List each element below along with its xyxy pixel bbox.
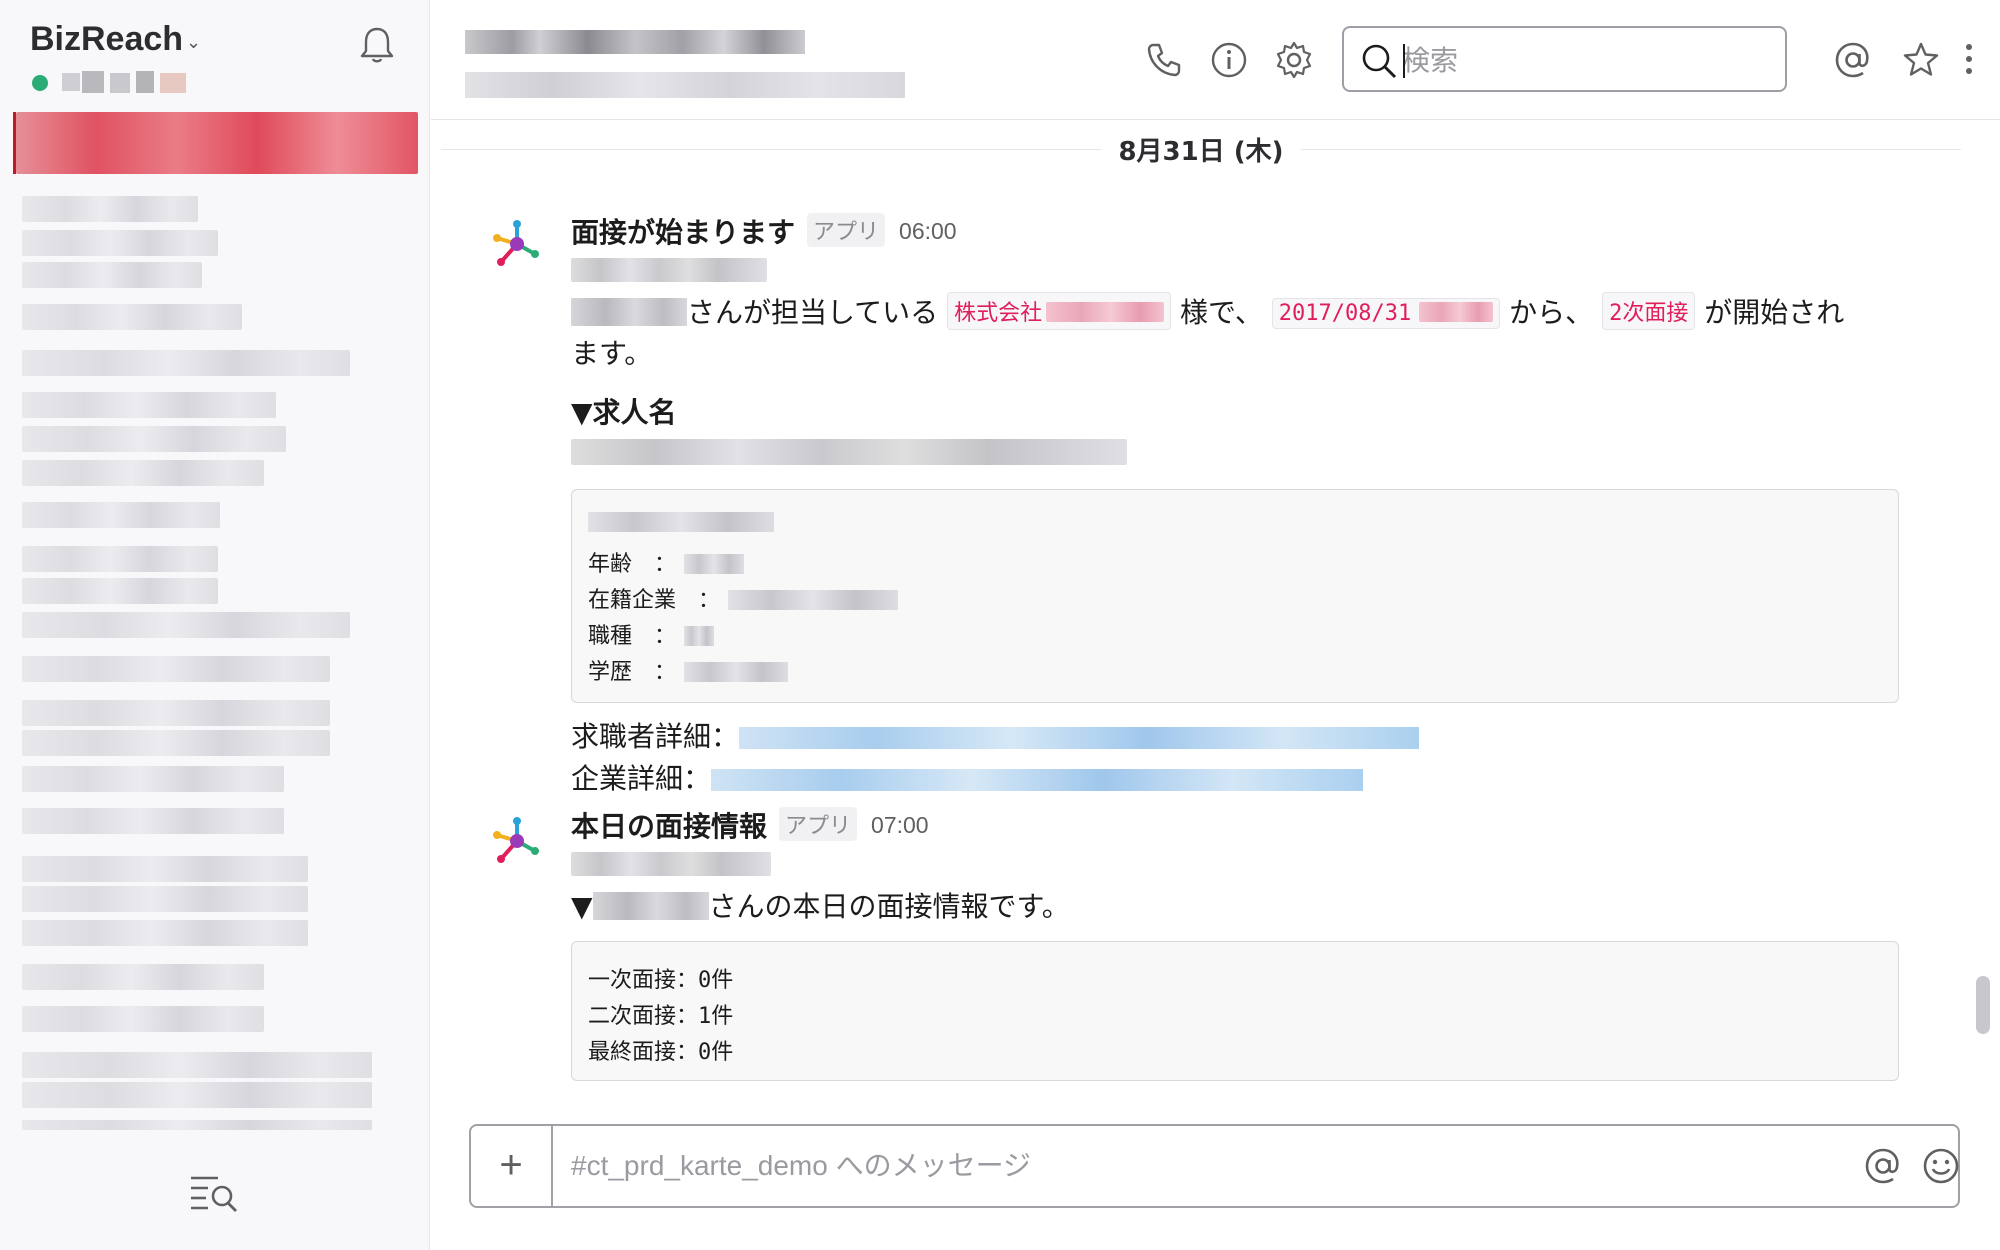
app-avatar-icon[interactable]	[487, 214, 547, 274]
mentions-icon[interactable]	[1833, 40, 1873, 80]
message-line: ます。	[571, 337, 653, 370]
message-line: ▼ さんの本日の面接情報です。	[571, 890, 1070, 923]
sidebar-item-redacted[interactable]	[22, 578, 218, 604]
sidebar-item-redacted[interactable]	[22, 502, 220, 528]
sidebar-item-redacted[interactable]	[22, 656, 330, 682]
sidebar-item-redacted[interactable]	[22, 808, 284, 834]
candidate-attachment: 年齢 ： 在籍企業 ： 職種 ： 学歴 ：	[571, 489, 1899, 703]
message-time[interactable]: 06:00	[899, 218, 957, 244]
candidate-link-line: 求職者詳細：	[571, 715, 1420, 755]
app-badge: アプリ	[779, 807, 858, 841]
sidebar-item-redacted[interactable]	[22, 304, 242, 330]
day-divider: 8月31日 (木)	[431, 121, 1971, 181]
sidebar-item-redacted[interactable]	[22, 262, 202, 288]
candidate-link[interactable]	[739, 727, 1420, 749]
app-badge: アプリ	[807, 213, 886, 247]
sidebar: BizReach ⌄	[0, 0, 430, 1250]
interview-summary-attachment: 一次面接：0件 二次面接：1件 最終面接：0件	[571, 941, 1899, 1081]
channel-topic-redacted	[465, 72, 905, 98]
summary-final-interview: 最終面接：0件	[588, 1040, 734, 1065]
message-header: 本日の面接情報 アプリ 07:00	[571, 805, 929, 845]
message-time[interactable]: 07:00	[871, 812, 929, 838]
field-company: 在籍企業 ：	[588, 582, 899, 614]
star-icon[interactable]	[1901, 40, 1941, 80]
redacted-text	[571, 258, 767, 282]
redacted-text	[571, 852, 771, 876]
sidebar-item-redacted[interactable]	[22, 730, 330, 756]
inline-code-stage: 2次面接	[1602, 292, 1696, 330]
company-link-line: 企業詳細：	[571, 757, 1364, 797]
message-header: 面接が始まります アプリ 06:00	[571, 211, 957, 251]
text-caret	[1403, 44, 1405, 78]
sidebar-item-redacted[interactable]	[22, 546, 218, 572]
more-vertical-icon[interactable]	[1959, 40, 1979, 80]
sidebar-item-redacted[interactable]	[22, 964, 264, 990]
summary-first-interview: 一次面接：0件	[588, 968, 734, 993]
emoji-icon[interactable]	[1921, 1146, 1961, 1186]
inline-code-company: 株式会社	[947, 292, 1172, 330]
info-icon[interactable]	[1209, 40, 1249, 80]
gear-icon[interactable]	[1274, 40, 1314, 80]
message-pane: 8月31日 (木) 面接が始まります アプリ 06:00 さんが担当している 株式会…	[431, 121, 2000, 1116]
sidebar-item-redacted[interactable]	[22, 612, 350, 638]
message-input[interactable]	[571, 1144, 1771, 1188]
field-occupation: 職種 ：	[588, 618, 715, 650]
redacted-name	[571, 298, 687, 326]
sidebar-item-redacted[interactable]	[22, 350, 350, 376]
app-avatar-icon[interactable]	[487, 811, 547, 871]
sidebar-item-redacted[interactable]	[22, 766, 284, 792]
sidebar-item-redacted[interactable]	[22, 886, 308, 912]
search-input[interactable]	[1402, 40, 1772, 80]
sidebar-item-selected-redacted[interactable]	[13, 112, 418, 174]
sidebar-item-redacted[interactable]	[22, 1120, 372, 1130]
chevron-down-icon[interactable]: ⌄	[186, 32, 201, 53]
sender-name[interactable]: 面接が始まります	[571, 216, 795, 249]
field-education: 学歴 ：	[588, 654, 789, 686]
message-composer: +	[469, 1124, 1960, 1208]
inline-code-date: 2017/08/31	[1271, 298, 1501, 329]
sidebar-item-redacted[interactable]	[22, 196, 198, 222]
sidebar-item-redacted[interactable]	[22, 426, 286, 452]
sidebar-item-redacted[interactable]	[22, 856, 308, 882]
mention-icon[interactable]	[1863, 1146, 1903, 1186]
attach-plus-button[interactable]: +	[471, 1126, 553, 1206]
user-name-redacted	[62, 69, 192, 95]
app-window: BizReach ⌄ 検索 8月31日 (木) 面接が始まります アプリ 06:…	[0, 0, 2000, 1250]
channel-header	[431, 0, 2000, 120]
day-divider-label: 8月31日 (木)	[1118, 137, 1284, 167]
redacted-name	[592, 892, 709, 920]
channel-filter-icon[interactable]	[188, 1172, 240, 1212]
field-age: 年齢 ：	[588, 546, 745, 578]
bell-icon[interactable]	[356, 24, 398, 66]
channel-name-redacted[interactable]	[465, 30, 805, 54]
phone-icon[interactable]	[1144, 40, 1184, 80]
sidebar-item-redacted[interactable]	[22, 920, 308, 946]
redacted-job-title	[571, 439, 1127, 465]
workspace-name[interactable]: BizReach	[30, 20, 183, 59]
sidebar-item-redacted[interactable]	[22, 460, 264, 486]
scrollbar-thumb[interactable]	[1976, 976, 1990, 1034]
sender-name[interactable]: 本日の面接情報	[571, 810, 767, 843]
sidebar-item-redacted[interactable]	[22, 1082, 372, 1108]
sidebar-item-redacted[interactable]	[22, 1052, 372, 1078]
job-title-heading: ▼求人名	[571, 396, 677, 429]
company-link[interactable]	[711, 769, 1364, 791]
search-icon	[1362, 44, 1397, 79]
sidebar-item-redacted[interactable]	[22, 700, 330, 726]
presence-dot	[32, 75, 48, 91]
summary-second-interview: 二次面接：1件	[588, 1004, 734, 1029]
sidebar-item-redacted[interactable]	[22, 1006, 264, 1032]
message-line: さんが担当している 株式会社 様で、 2017/08/31 から、 2次面接 が…	[571, 291, 1844, 331]
search-box[interactable]	[1342, 26, 1787, 92]
sidebar-item-redacted[interactable]	[22, 392, 276, 418]
sidebar-item-redacted[interactable]	[22, 230, 218, 256]
